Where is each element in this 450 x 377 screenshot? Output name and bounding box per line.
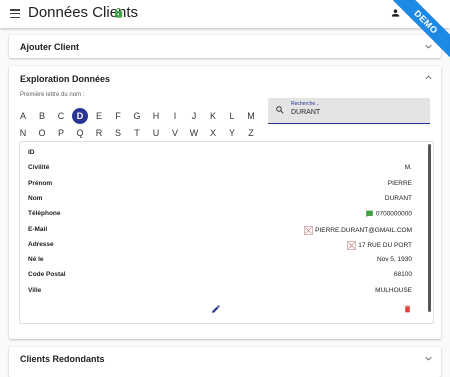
app-bar: Données Clients <box>0 0 450 28</box>
letter-s[interactable]: S <box>110 125 126 141</box>
field-row: ID <box>20 149 420 162</box>
field-value-wrap: PIERRE.DURANT@GMAIL.COM <box>304 225 412 235</box>
letter-q[interactable]: Q <box>72 125 88 141</box>
add-client-panel-header[interactable]: Ajouter Client <box>9 35 441 58</box>
broken-image-icon[interactable] <box>347 240 358 250</box>
letter-x[interactable]: X <box>205 125 221 141</box>
letter-o[interactable]: O <box>34 125 50 141</box>
menu-icon[interactable] <box>10 9 20 19</box>
alphabet-label: Première lettre du nom : <box>20 92 85 98</box>
letter-l[interactable]: L <box>224 108 240 124</box>
letter-w[interactable]: W <box>186 125 202 141</box>
field-value-wrap: DURANT <box>385 195 412 202</box>
search-field[interactable]: Recherche... <box>268 98 430 124</box>
field-row: Téléphone 0700000000 <box>20 210 420 223</box>
letter-a[interactable]: A <box>15 108 31 124</box>
field-value: 17 RUE DU PORT <box>358 242 412 250</box>
field-value: 68100 <box>393 271 412 279</box>
letter-t[interactable]: T <box>129 125 145 141</box>
letter-g[interactable]: G <box>129 108 145 124</box>
letter-j[interactable]: J <box>186 108 202 124</box>
field-row: E-Mail PIERRE.DURANT@GMAIL.COM <box>20 225 420 239</box>
field-value-wrap: MULHOUSE <box>375 287 412 294</box>
field-label: Né le <box>28 256 44 264</box>
letter-e[interactable]: E <box>91 108 107 124</box>
search-input[interactable] <box>291 109 421 116</box>
client-record-card: ID Civilité M. Prénom PIERRE Nom DURANT Télépho… <box>19 141 434 324</box>
field-label: Prénom <box>28 179 53 187</box>
field-value: 0700000000 <box>375 210 412 218</box>
chevron-down-icon <box>425 44 432 49</box>
field-row: Adresse 17 RUE DU PORT <box>20 240 420 254</box>
field-label: Code Postal <box>28 271 66 279</box>
letter-c[interactable]: C <box>53 108 69 124</box>
field-value-wrap: PIERRE <box>388 180 412 187</box>
message-icon[interactable] <box>365 210 376 218</box>
exploration-panel-header[interactable]: Exploration Données <box>9 66 441 90</box>
exploration-panel: Exploration Données Première lettre du n… <box>9 66 441 339</box>
broken-image-icon[interactable] <box>304 225 315 235</box>
field-label: Adresse <box>28 240 54 248</box>
redundant-clients-panel: Clients Redondants <box>9 347 441 377</box>
field-label: Téléphone <box>28 210 61 218</box>
field-value: MULHOUSE <box>375 286 412 294</box>
letter-p[interactable]: P <box>53 125 69 141</box>
field-value: PIERRE.DURANT@GMAIL.COM <box>315 226 412 234</box>
field-row: Ville MULHOUSE <box>20 287 420 300</box>
field-value: DURANT <box>384 194 412 202</box>
field-value: Nov 5, 1930 <box>376 256 412 264</box>
chevron-down-icon <box>425 356 432 361</box>
edit-icon[interactable] <box>211 304 221 314</box>
add-client-panel: Ajouter Client <box>9 35 441 58</box>
chevron-up-icon <box>425 75 432 80</box>
field-row: Né le Nov 5, 1930 <box>20 256 420 269</box>
letter-u[interactable]: U <box>148 125 164 141</box>
lock-icon <box>114 7 123 18</box>
letter-h[interactable]: H <box>148 108 164 124</box>
field-value-wrap: M. <box>405 164 412 171</box>
letter-k[interactable]: K <box>205 108 221 124</box>
letter-n[interactable]: N <box>15 125 31 141</box>
field-row: Nom DURANT <box>20 195 420 208</box>
field-row: Code Postal 68100 <box>20 271 420 284</box>
letter-y[interactable]: Y <box>224 125 240 141</box>
redundant-clients-panel-header[interactable]: Clients Redondants <box>9 347 441 371</box>
letter-f[interactable]: F <box>110 108 126 124</box>
field-label: ID <box>28 149 35 156</box>
record-scrollbar[interactable] <box>428 144 431 312</box>
field-label: Nom <box>28 194 43 202</box>
letter-m[interactable]: M <box>243 108 259 124</box>
field-value-wrap: 68100 <box>394 271 412 278</box>
field-value-wrap: 17 RUE DU PORT <box>347 240 412 250</box>
field-label: E-Mail <box>28 225 48 233</box>
add-client-panel-title: Ajouter Client <box>20 42 80 52</box>
letter-v[interactable]: V <box>167 125 183 141</box>
redundant-clients-panel-title: Clients Redondants <box>20 354 105 364</box>
field-value: PIERRE <box>387 179 412 187</box>
search-icon <box>276 106 284 114</box>
account-icon[interactable] <box>390 7 401 19</box>
field-label: Civilité <box>28 164 50 172</box>
letter-d[interactable]: D <box>72 108 88 124</box>
letter-b[interactable]: B <box>34 108 50 124</box>
letter-z[interactable]: Z <box>243 125 259 141</box>
field-value: M. <box>404 164 412 172</box>
letter-r[interactable]: R <box>91 125 107 141</box>
exploration-panel-title: Exploration Données <box>20 74 111 84</box>
delete-icon[interactable] <box>403 304 412 314</box>
field-row: Civilité M. <box>20 164 420 177</box>
letter-i[interactable]: I <box>167 108 183 124</box>
field-value-wrap: 0700000000 <box>365 210 412 218</box>
search-label: Recherche... <box>291 101 320 107</box>
field-row: Prénom PIERRE <box>20 180 420 193</box>
field-label: Ville <box>28 286 42 294</box>
field-value-wrap: Nov 5, 1930 <box>377 256 412 263</box>
